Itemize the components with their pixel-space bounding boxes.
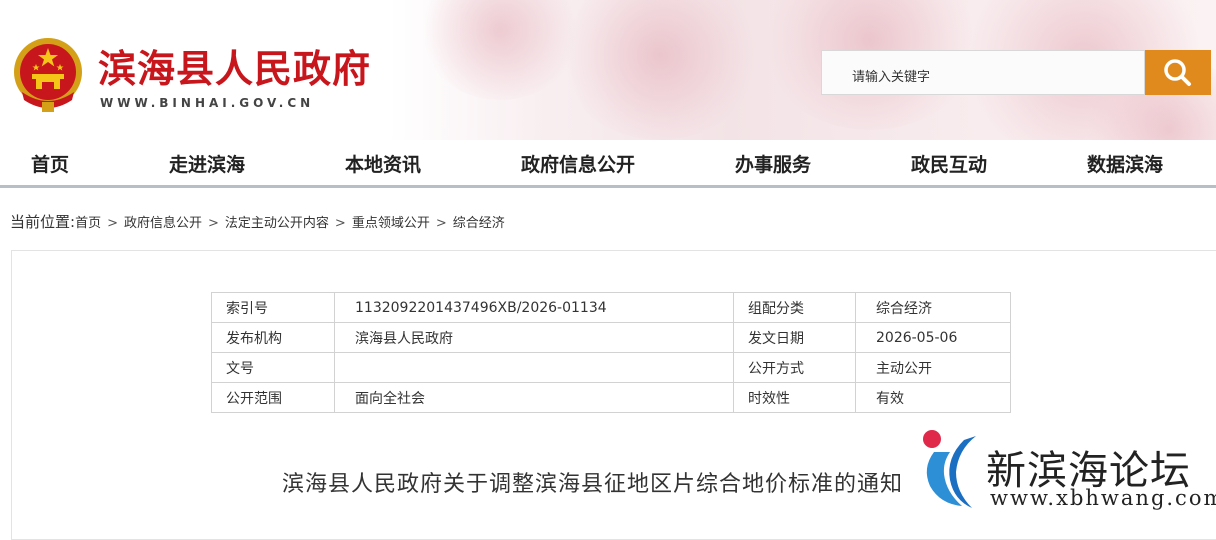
breadcrumb-item-gov-info[interactable]: 政府信息公开 — [124, 216, 202, 231]
site-header: 滨海县人民政府 WWW.BINHAI.GOV.CN 请输入关键字 — [0, 0, 1216, 140]
breadcrumb-separator: > — [435, 216, 447, 231]
meta-value — [334, 352, 734, 383]
nav-item-services[interactable]: 办事服务 — [735, 150, 811, 177]
nav-item-home[interactable]: 首页 — [31, 150, 69, 177]
search-icon — [1164, 59, 1191, 86]
meta-value: 2026-05-06 — [855, 322, 1011, 353]
blossom-decoration — [560, 0, 760, 140]
table-row: 公开范围 面向全社会 时效性 有效 — [211, 382, 1011, 413]
national-emblem-icon — [14, 38, 82, 112]
nav-item-gov-info[interactable]: 政府信息公开 — [521, 150, 635, 177]
meta-value: 综合经济 — [855, 292, 1011, 323]
breadcrumb-item-statutory[interactable]: 法定主动公开内容 — [225, 216, 329, 231]
forum-watermark: 新滨海论坛 www.xbhwang.com — [916, 428, 1216, 528]
meta-key: 发布机构 — [211, 322, 335, 353]
site-title: 滨海县人民政府 — [98, 46, 372, 91]
meta-value: 滨海县人民政府 — [334, 322, 734, 353]
meta-value: 有效 — [855, 382, 1011, 413]
forum-logo-icon — [923, 430, 976, 508]
nav-item-data[interactable]: 数据滨海 — [1087, 150, 1163, 177]
meta-value: 面向全社会 — [334, 382, 734, 413]
nav-item-local-news[interactable]: 本地资讯 — [345, 150, 421, 177]
site-url: WWW.BINHAI.GOV.CN — [100, 96, 315, 110]
nav-item-interaction[interactable]: 政民互动 — [911, 150, 987, 177]
breadcrumb-lead: 当前位置: — [10, 213, 76, 231]
meta-key: 文号 — [211, 352, 335, 383]
breadcrumb-item-key-areas[interactable]: 重点领域公开 — [352, 216, 430, 231]
meta-key: 组配分类 — [733, 292, 856, 323]
table-row: 发布机构 滨海县人民政府 发文日期 2026-05-06 — [211, 322, 1011, 353]
watermark-url: www.xbhwang.com — [990, 486, 1216, 510]
table-row: 索引号 1132092201437496XB/2026-01134 组配分类 综… — [211, 292, 1011, 323]
nav-item-about[interactable]: 走进滨海 — [169, 150, 245, 177]
blossom-decoration — [420, 0, 580, 100]
meta-key: 时效性 — [733, 382, 856, 413]
document-meta-table: 索引号 1132092201437496XB/2026-01134 组配分类 综… — [211, 292, 1011, 413]
article-title: 滨海县人民政府关于调整滨海县征地区片综合地价标准的通知 — [282, 472, 904, 497]
meta-value: 1132092201437496XB/2026-01134 — [334, 292, 734, 323]
breadcrumb-item-economy[interactable]: 综合经济 — [453, 216, 505, 231]
meta-key: 发文日期 — [733, 322, 856, 353]
breadcrumb-item-home[interactable]: 首页 — [75, 216, 101, 231]
meta-value: 主动公开 — [855, 352, 1011, 383]
search-button[interactable] — [1145, 50, 1211, 95]
breadcrumb-separator: > — [208, 216, 219, 231]
meta-key: 索引号 — [211, 292, 335, 323]
meta-key: 公开方式 — [733, 352, 856, 383]
breadcrumb-separator: > — [334, 216, 346, 231]
table-row: 文号 公开方式 主动公开 — [211, 352, 1011, 383]
breadcrumb-separator: > — [107, 216, 118, 231]
search-input[interactable]: 请输入关键字 — [821, 50, 1145, 95]
meta-key: 公开范围 — [211, 382, 335, 413]
main-nav: 首页 走进滨海 本地资讯 政府信息公开 办事服务 政民互动 数据滨海 — [0, 140, 1216, 188]
breadcrumb: 当前位置:首页 > 政府信息公开 > 法定主动公开内容 > 重点领域公开 > 综合经济 — [10, 211, 505, 232]
